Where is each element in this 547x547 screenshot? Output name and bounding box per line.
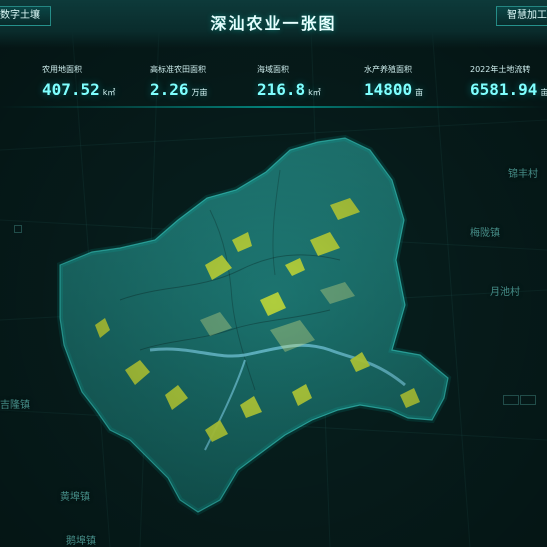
place-jilong: 吉隆镇 [0,400,30,411]
place-jinfeng: 锦丰村 [508,169,538,180]
stat-value: 6581.94 亩 [470,80,547,99]
place-huangbu: 黄埠镇 [60,492,90,503]
stat-unit: 万亩 [191,88,208,97]
page-title: 深汕农业一张图 [210,14,337,33]
stat-number: 407.52 [42,80,100,99]
map-marker [503,395,519,405]
map-marker [14,225,22,233]
stat-unit: 亩 [415,88,424,97]
place-yuechi: 月池村 [490,287,520,298]
stat-value: 2.26 万亩 [150,80,260,99]
tab-smart-processing[interactable]: 智慧加工 [496,6,547,26]
place-ebu: 鹅埠镇 [66,536,96,547]
stat-unit: 亩 [540,88,547,97]
stat-aquaculture-area: 水产养殖面积 14800 亩 [364,64,474,99]
stat-number: 216.8 [257,80,306,99]
stat-number: 2.26 [150,80,189,99]
stat-unit: k㎡ [102,88,116,97]
stat-label: 2022年土地流转 [470,65,531,74]
stat-label: 水产养殖面积 [364,65,412,74]
stat-farmland-area: 农用地面积 407.52 k㎡ [42,64,152,99]
stat-high-standard-farmland: 高标准农田面积 2.26 万亩 [150,64,260,99]
stat-value: 216.8 k㎡ [257,80,367,99]
stat-value: 14800 亩 [364,80,474,99]
stat-unit: k㎡ [308,88,321,97]
map-marker [520,395,536,405]
stat-value: 407.52 k㎡ [42,80,152,99]
stat-label: 海域面积 [257,65,289,74]
stat-label: 高标准农田面积 [150,65,206,74]
stats-bar: 农用地面积 407.52 k㎡ 高标准农田面积 2.26 万亩 海域面积 216.8… [0,64,547,102]
place-meilong: 梅陇镇 [470,228,500,239]
header-divider [0,107,547,115]
stat-number: 14800 [364,80,413,99]
stat-label: 农用地面积 [42,65,82,74]
stat-number: 6581.94 [470,80,538,99]
stat-land-transfer-2022: 2022年土地流转 6581.94 亩 [470,64,547,99]
stat-sea-area: 海域面积 216.8 k㎡ [257,64,367,99]
